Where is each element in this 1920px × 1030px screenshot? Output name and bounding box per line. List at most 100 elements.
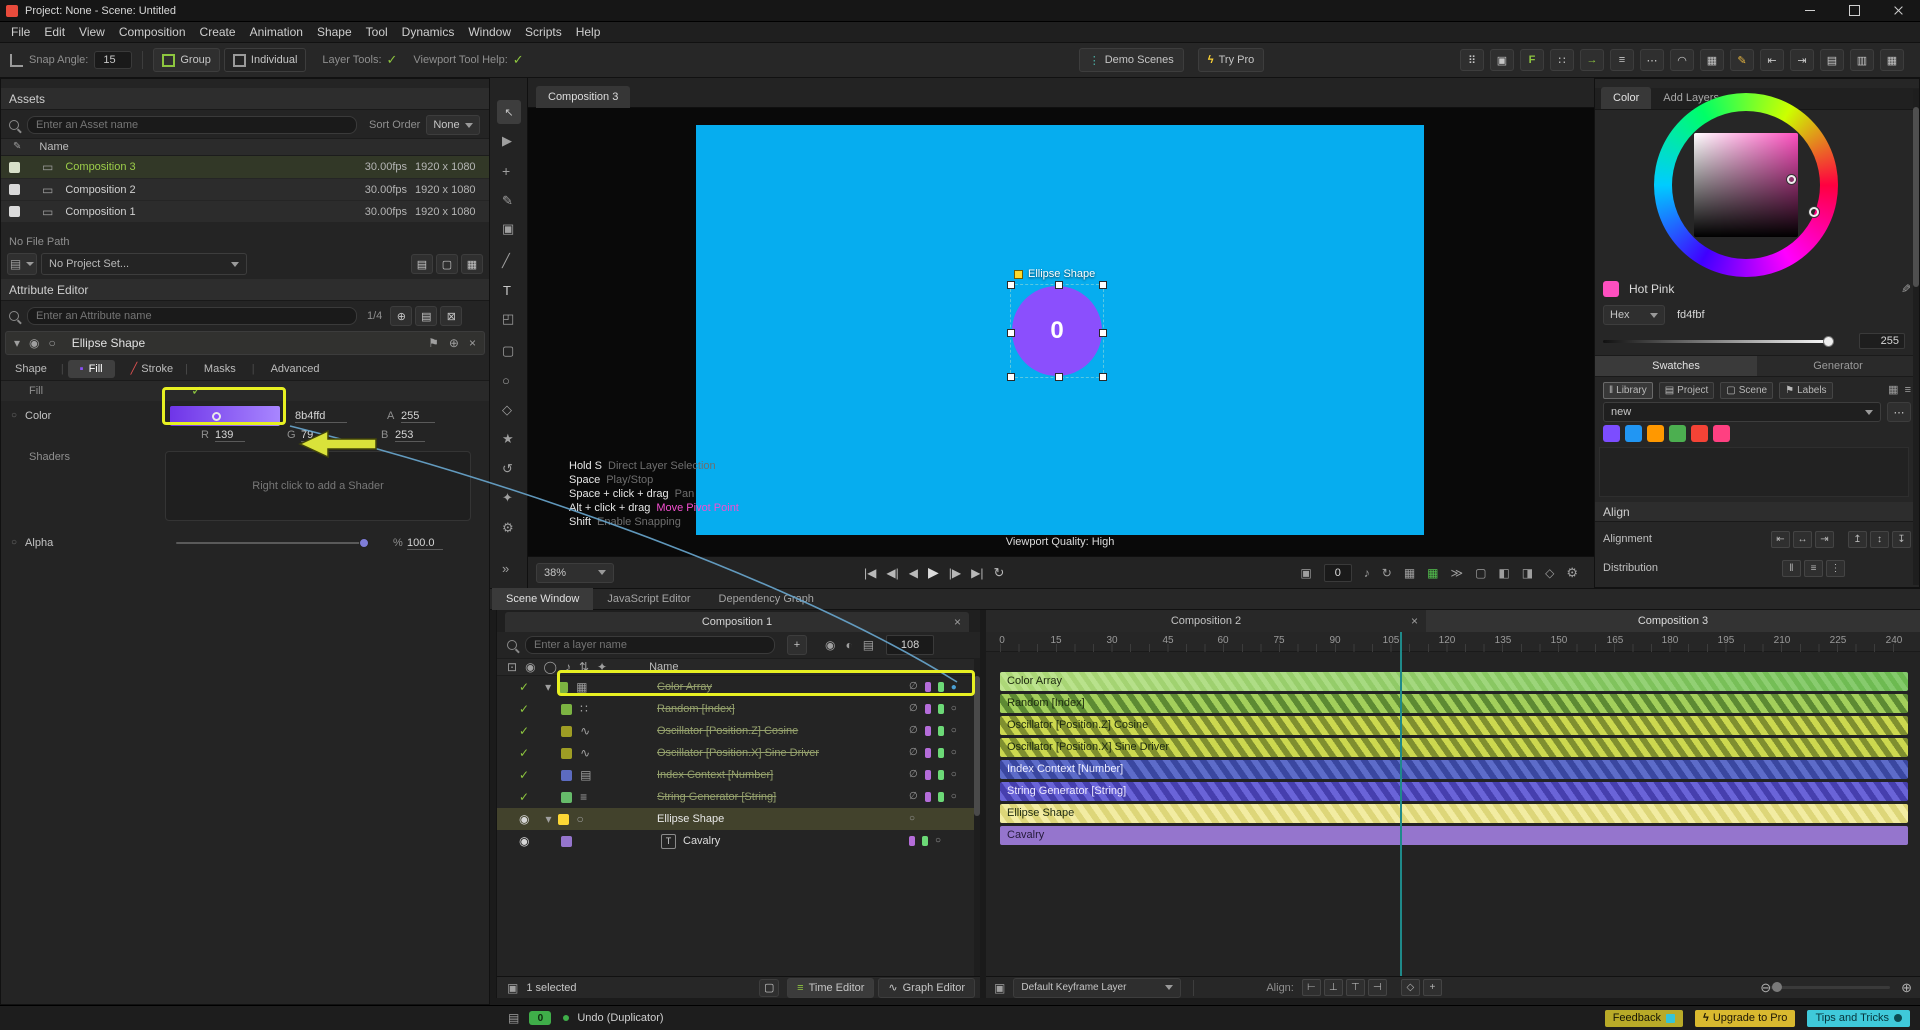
swatch[interactable]	[1691, 425, 1708, 442]
layer-row-ellipse-shape[interactable]: ◉ ▾ ○ Ellipse Shape ○	[497, 808, 974, 830]
project-set-dropdown[interactable]: No Project Set...	[41, 253, 247, 275]
tag-chip[interactable]	[925, 726, 931, 736]
pen-icon[interactable]: ✎	[1730, 49, 1754, 71]
play-button[interactable]: ▶	[928, 564, 939, 581]
tab-dependency-graph[interactable]: Dependency Graph	[705, 593, 828, 605]
go-to-start-button[interactable]: |◀	[864, 566, 876, 580]
pen-tool[interactable]: ✎	[502, 194, 513, 207]
mute-icon[interactable]: ∅	[909, 704, 918, 714]
output-connector-icon[interactable]: ○	[951, 792, 957, 802]
rows-icon[interactable]: ≡	[1610, 49, 1634, 71]
viewport-tool-help-check-icon[interactable]: ✓	[513, 52, 524, 68]
swatch[interactable]	[1647, 425, 1664, 442]
tab-color[interactable]: Color	[1601, 87, 1651, 109]
graph-editor-button[interactable]: ∿ Graph Editor	[878, 978, 975, 998]
minimize-button[interactable]	[1788, 0, 1832, 22]
tips-and-tricks-button[interactable]: Tips and Tricks	[1807, 1010, 1910, 1027]
align-top-button[interactable]: ↥	[1848, 531, 1867, 548]
menu-window[interactable]: Window	[461, 25, 518, 39]
polygon-tool[interactable]: ◇	[502, 403, 512, 416]
menu-composition[interactable]: Composition	[112, 25, 193, 39]
menu-animation[interactable]: Animation	[243, 25, 310, 39]
tab-swatches[interactable]: Swatches	[1595, 356, 1757, 376]
align-right-button[interactable]: ⇥	[1815, 531, 1834, 548]
track-ellipse-shape[interactable]: Ellipse Shape	[1000, 804, 1908, 823]
prev-frame-button[interactable]: ◀	[909, 566, 918, 580]
tag-chip[interactable]	[938, 704, 944, 714]
mute-icon[interactable]: ∅	[909, 770, 918, 780]
tag-chip[interactable]	[925, 770, 931, 780]
filter-button[interactable]: ▤	[415, 306, 437, 326]
scene-tab-composition1[interactable]: Composition 1 ×	[505, 612, 969, 632]
output-connector-icon[interactable]: ○	[951, 770, 957, 780]
add-tool[interactable]: +	[502, 164, 510, 178]
align-middle-button[interactable]: ↕	[1870, 531, 1889, 548]
selection-anchor-icon[interactable]	[1014, 270, 1023, 279]
ellipse-tool[interactable]: ○	[502, 374, 510, 387]
tab-close-icon[interactable]: ×	[954, 616, 961, 628]
tag-chip[interactable]	[938, 792, 944, 802]
clear-button[interactable]: ⊠	[440, 306, 462, 326]
snap-grid-icon[interactable]: ∷	[1550, 49, 1574, 71]
tab-advanced[interactable]: Advanced	[255, 360, 336, 378]
timeline-zoom-slider[interactable]	[1770, 986, 1890, 989]
kf-align-bottom-button[interactable]: ⊥	[1324, 979, 1343, 996]
transform-tool[interactable]: ◰	[502, 312, 514, 325]
tag-chip[interactable]	[938, 748, 944, 758]
expand-caret-icon[interactable]: ▾	[545, 813, 551, 825]
menu-view[interactable]: View	[72, 25, 112, 39]
panels-icon[interactable]: ▣	[1490, 49, 1514, 71]
swatch[interactable]	[1603, 425, 1620, 442]
distribute-gap-button[interactable]: ⋮	[1826, 560, 1845, 577]
demo-scenes-button[interactable]: ⋮ Demo Scenes	[1079, 48, 1184, 72]
swatch[interactable]	[1625, 425, 1642, 442]
eyedropper-icon[interactable]: ✎	[1901, 283, 1911, 295]
go-to-end-button[interactable]: ▶|	[971, 566, 983, 580]
distribute-v-button[interactable]: ≡	[1804, 560, 1823, 577]
playhead[interactable]	[1400, 632, 1402, 976]
enabled-check-icon[interactable]: ✓	[519, 702, 529, 716]
layer-color-chip[interactable]	[561, 726, 572, 737]
mute-icon[interactable]: ∅	[909, 792, 918, 802]
selection-handle[interactable]	[1099, 281, 1107, 289]
layer-color-chip[interactable]	[561, 836, 572, 847]
tag-chip[interactable]	[925, 792, 931, 802]
selection-handle[interactable]	[1007, 373, 1015, 381]
star-tool[interactable]: ★	[502, 432, 514, 445]
menu-file[interactable]: File	[4, 25, 37, 39]
current-frame-box[interactable]: 0	[1324, 564, 1352, 582]
list-view-icon[interactable]: ≡	[1905, 385, 1911, 396]
loop-button[interactable]: ↻	[993, 565, 1004, 581]
tag-chip[interactable]	[909, 836, 915, 846]
layer-color-chip[interactable]	[561, 748, 572, 759]
kf-align-left-button[interactable]: ⊢	[1302, 979, 1321, 996]
fast-preview-icon[interactable]: ≫	[1451, 567, 1464, 579]
tab-stroke[interactable]: ╱ Stroke	[119, 359, 185, 378]
solo-circle-icon[interactable]: ○	[49, 337, 56, 349]
panel-alpha-value[interactable]: 255	[1859, 333, 1905, 349]
viewport-settings-gear-icon[interactable]: ⚙	[1566, 566, 1578, 579]
align-bottom-button[interactable]: ↧	[1892, 531, 1911, 548]
hex-value-field[interactable]: fd4fbf	[1677, 309, 1705, 321]
layer-row-oscillator-x[interactable]: ✓ ∿ Oscillator [Position.X] Sine Driver …	[497, 742, 974, 764]
kf-align-top-button[interactable]: ⊤	[1346, 979, 1365, 996]
mute-icon[interactable]: ∅	[909, 748, 918, 758]
layer-row-cavalry[interactable]: ◉ T Cavalry ○	[497, 830, 974, 852]
track-oscillator-x[interactable]: Oscillator [Position.X] Sine Driver	[1000, 738, 1908, 757]
saturation-brightness-square[interactable]	[1694, 133, 1798, 237]
library-tab-library[interactable]: ‖Library	[1603, 382, 1653, 399]
text-tool[interactable]: T	[503, 284, 511, 297]
project-icon-button[interactable]: ▤	[7, 253, 37, 275]
alpha-slider-knob[interactable]	[359, 538, 369, 548]
layer-color-chip[interactable]	[561, 770, 572, 781]
menu-dynamics[interactable]: Dynamics	[395, 25, 462, 39]
selection-box[interactable]	[1010, 284, 1104, 378]
close-icon[interactable]: ×	[469, 337, 476, 349]
viewport-zoom-dropdown[interactable]: 38%	[536, 563, 614, 583]
selection-handle[interactable]	[1099, 329, 1107, 337]
curve-icon[interactable]: ◠	[1670, 49, 1694, 71]
asset-row[interactable]: ▭ Composition 2 30.00fps 1920 x 1080	[1, 178, 489, 200]
align-left-icon[interactable]: ⇤	[1760, 49, 1784, 71]
upgrade-to-pro-button[interactable]: ϟ Upgrade to Pro	[1695, 1010, 1795, 1027]
filter-half-icon[interactable]: ◐	[845, 639, 852, 651]
